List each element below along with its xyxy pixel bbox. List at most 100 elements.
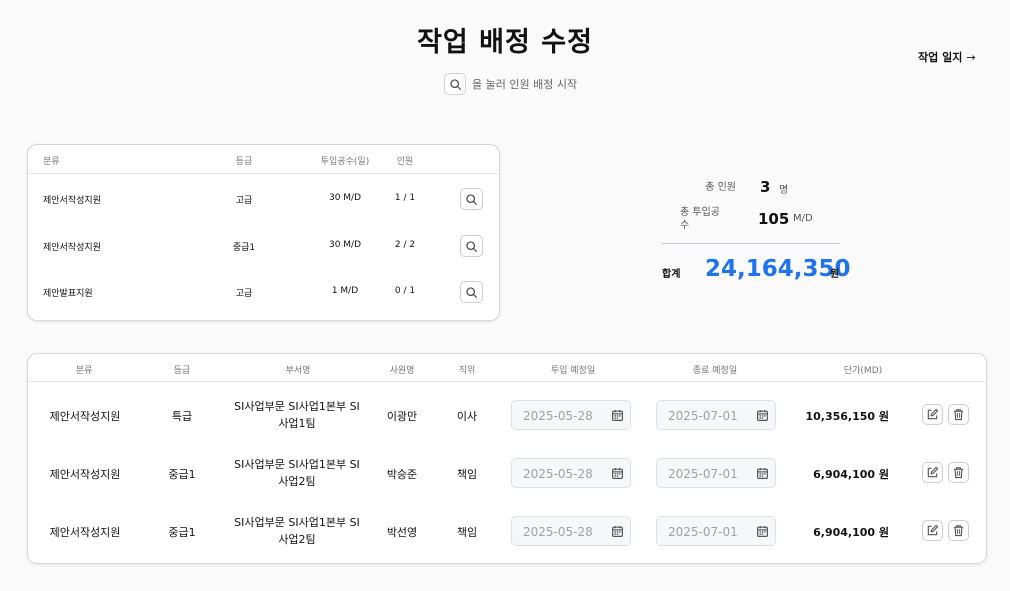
search-icon [465, 240, 478, 253]
header-position: 직위 [458, 366, 476, 376]
row-department: SI사업부문 SI사업1본부 SI 사업2팀 [231, 514, 363, 548]
detail-table-header: 분류 등급 부서명 사원명 직위 투입 예정일 종료 예정일 단가(MD) [28, 354, 986, 382]
delete-button[interactable] [948, 462, 969, 483]
total-people-unit: 명 [779, 185, 789, 196]
start-date-field[interactable]: 2025-05-28 [511, 516, 631, 546]
end-date-value: 2025-07-01 [668, 525, 738, 539]
row-people: 1 / 1 [394, 193, 416, 203]
table-row: 제안서작성지원 중급1 SI사업부문 SI사업1본부 SI 사업2팀 박선영 책… [28, 502, 986, 560]
header-people: 인원 [396, 157, 414, 167]
search-hint-text: 을 눌러 인원 배정 시작 [472, 78, 578, 91]
start-date-field[interactable]: 2025-05-28 [511, 458, 631, 488]
header-category: 분류 [43, 157, 60, 167]
end-date-field[interactable]: 2025-07-01 [656, 516, 776, 546]
assign-search-button[interactable] [460, 188, 483, 210]
calendar-icon[interactable] [756, 409, 769, 422]
row-department: SI사업부문 SI사업1본부 SI 사업1팀 [231, 398, 363, 432]
calendar-icon[interactable] [756, 467, 769, 480]
total-effort-label: 총 투입공 수 [680, 206, 730, 232]
row-employee: 이광만 [386, 410, 418, 423]
arrow-right-icon: → [966, 50, 976, 64]
end-date-field[interactable]: 2025-07-01 [656, 458, 776, 488]
start-date-field[interactable]: 2025-05-28 [511, 400, 631, 430]
row-people: 0 / 1 [394, 286, 416, 296]
total-people-value: 3 [760, 178, 771, 196]
row-unit-price: 6,904,100 원 [813, 468, 889, 481]
edit-button[interactable] [922, 404, 943, 425]
grand-total-label: 합계 [662, 269, 681, 280]
row-category: 제안서작성지원 [49, 410, 121, 423]
search-icon [444, 73, 466, 95]
row-grade: 고급 [235, 196, 253, 206]
total-people-label: 총 인원 [705, 182, 736, 193]
trash-icon [952, 408, 965, 421]
row-position: 이사 [456, 410, 478, 423]
header-employee: 사원명 [389, 366, 415, 376]
header-grade: 등급 [173, 366, 191, 376]
edit-icon [926, 408, 939, 421]
row-employee: 박승준 [386, 468, 418, 481]
row-department-line1: SI사업부문 SI사업1본부 SI [234, 458, 360, 471]
start-date-value: 2025-05-28 [523, 467, 593, 481]
row-department: SI사업부문 SI사업1본부 SI 사업2팀 [231, 456, 363, 490]
header-grade: 등급 [235, 157, 253, 167]
end-date-value: 2025-07-01 [668, 409, 738, 423]
total-effort-label-line1: 총 투입공 [680, 207, 720, 218]
delete-button[interactable] [948, 520, 969, 541]
row-department-line1: SI사업부문 SI사업1본부 SI [234, 400, 360, 413]
header-end-date: 종료 예정일 [692, 366, 738, 376]
row-department-line2: 사업1팀 [278, 417, 316, 430]
assign-search-button[interactable] [460, 281, 483, 303]
row-people: 2 / 2 [394, 240, 416, 250]
calendar-icon[interactable] [756, 525, 769, 538]
row-position: 책임 [456, 526, 478, 539]
calendar-icon[interactable] [611, 409, 624, 422]
row-category: 제안서작성지원 [43, 196, 101, 206]
work-journal-label: 작업 일지 [918, 51, 963, 64]
search-icon [465, 193, 478, 206]
row-department-line1: SI사업부문 SI사업1본부 SI [234, 516, 360, 529]
requirement-summary-table: 분류 등급 투입공수(일) 인원 제안서작성지원 고급 30 M/D 1 / 1… [27, 144, 500, 321]
end-date-field[interactable]: 2025-07-01 [656, 400, 776, 430]
total-effort-unit: M/D [793, 213, 813, 224]
grand-total-value: 24,164,350 [705, 256, 851, 282]
total-effort-label-line2: 수 [680, 220, 690, 231]
row-grade: 중급1 [232, 243, 256, 253]
search-icon [465, 286, 478, 299]
assign-search-button[interactable] [460, 235, 483, 257]
trash-icon [952, 524, 965, 537]
grand-total-unit: 원 [830, 269, 840, 280]
row-employee: 박선영 [386, 526, 418, 539]
header-unit-price: 단가(MD) [843, 366, 883, 376]
table-row: 제안서작성지원 고급 30 M/D 1 / 1 [28, 177, 499, 223]
delete-button[interactable] [948, 404, 969, 425]
header-department: 부서명 [285, 366, 311, 376]
row-grade: 특급 [171, 410, 193, 423]
trash-icon [952, 466, 965, 479]
row-category: 제안서작성지원 [49, 526, 121, 539]
work-journal-link[interactable]: 작업 일지 → [918, 49, 976, 65]
table-row: 제안서작성지원 중급1 30 M/D 2 / 2 [28, 224, 499, 270]
table-row: 제안서작성지원 중급1 SI사업부문 SI사업1본부 SI 사업2팀 박승준 책… [28, 444, 986, 502]
calendar-icon[interactable] [611, 467, 624, 480]
edit-button[interactable] [922, 462, 943, 483]
table-row: 제안서작성지원 특급 SI사업부문 SI사업1본부 SI 사업1팀 이광만 이사… [28, 386, 986, 444]
edit-icon [926, 466, 939, 479]
page-title: 작업 배정 수정 [417, 27, 593, 58]
summary-table-header: 분류 등급 투입공수(일) 인원 [28, 145, 499, 174]
assignment-detail-table: 분류 등급 부서명 사원명 직위 투입 예정일 종료 예정일 단가(MD) 제안… [27, 353, 987, 564]
row-grade: 고급 [235, 289, 253, 299]
row-grade: 중급1 [168, 526, 196, 539]
edit-icon [926, 524, 939, 537]
search-hint: 을 눌러 인원 배정 시작 [444, 73, 577, 95]
header-start-date: 투입 예정일 [550, 366, 596, 376]
totals-divider [662, 243, 840, 244]
row-department-line2: 사업2팀 [278, 475, 316, 488]
header-category: 분류 [75, 366, 93, 376]
row-unit-price: 10,356,150 원 [805, 410, 889, 423]
row-category: 제안발표지원 [43, 289, 93, 299]
edit-button[interactable] [922, 520, 943, 541]
calendar-icon[interactable] [611, 525, 624, 538]
table-row: 제안발표지원 고급 1 M/D 0 / 1 [28, 270, 499, 316]
row-department-line2: 사업2팀 [278, 533, 316, 546]
